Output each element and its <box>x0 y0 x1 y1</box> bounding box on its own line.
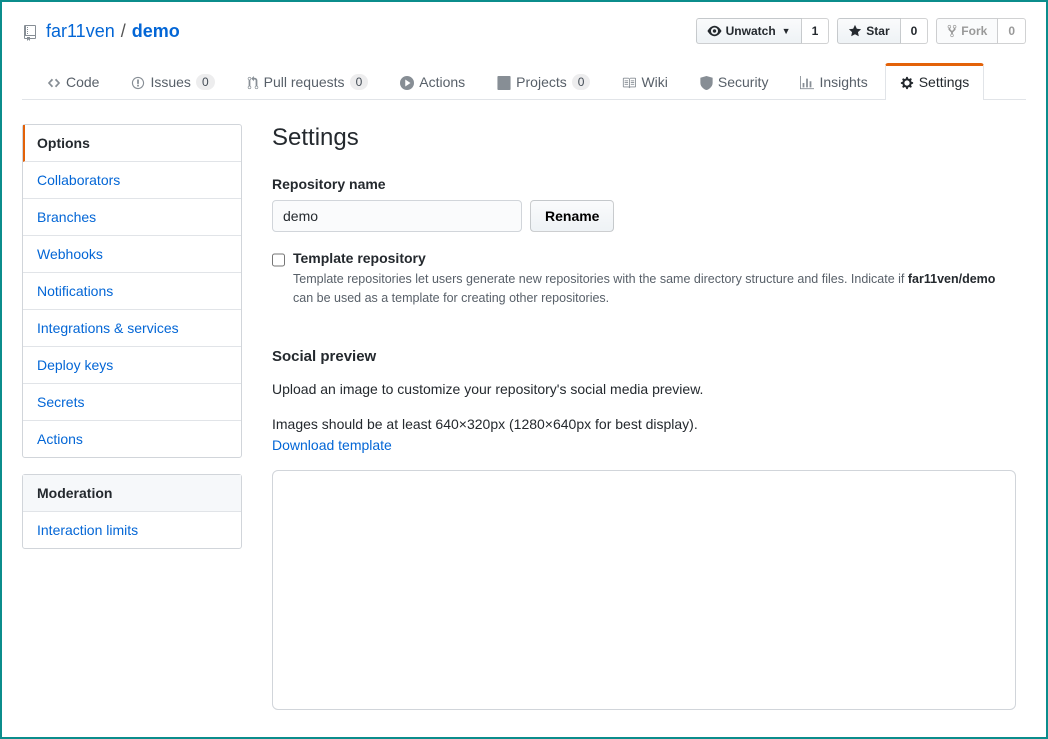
star-icon <box>848 24 862 38</box>
rename-button[interactable]: Rename <box>530 200 614 232</box>
tab-pull-requests[interactable]: Pull requests 0 <box>232 63 384 100</box>
repo-icon <box>22 21 38 42</box>
social-preview-dropzone[interactable] <box>272 470 1016 710</box>
social-preview-heading: Social preview <box>272 348 1016 365</box>
watch-count[interactable]: 1 <box>802 18 830 44</box>
shield-icon <box>700 74 713 90</box>
page-title: Settings <box>272 124 1016 152</box>
sidebar-item-integrations[interactable]: Integrations & services <box>23 310 241 347</box>
sidebar-item-secrets[interactable]: Secrets <box>23 384 241 421</box>
repo-name-link[interactable]: demo <box>132 21 180 42</box>
eye-icon <box>707 24 722 38</box>
template-checkbox[interactable] <box>272 253 285 267</box>
tab-insights[interactable]: Insights <box>785 63 882 100</box>
fork-button: Fork <box>936 18 998 44</box>
social-preview-desc: Upload an image to customize your reposi… <box>272 379 1016 400</box>
sidebar-item-webhooks[interactable]: Webhooks <box>23 236 241 273</box>
fork-count: 0 <box>998 18 1026 44</box>
pr-icon <box>247 74 259 90</box>
projects-count: 0 <box>572 74 591 90</box>
moderation-heading: Moderation <box>23 475 241 512</box>
tab-security[interactable]: Security <box>685 63 784 100</box>
tab-issues[interactable]: Issues 0 <box>116 63 229 100</box>
sidebar-item-options[interactable]: Options <box>23 125 241 162</box>
moderation-nav: Moderation Interaction limits <box>22 474 242 549</box>
tab-wiki[interactable]: Wiki <box>607 63 682 100</box>
book-icon <box>622 74 636 90</box>
tab-code[interactable]: Code <box>32 63 114 100</box>
sidebar-item-deploy-keys[interactable]: Deploy keys <box>23 347 241 384</box>
project-icon <box>497 74 511 90</box>
download-template-link[interactable]: Download template <box>272 437 392 453</box>
repo-name-label: Repository name <box>272 176 1016 192</box>
issue-icon <box>131 74 145 90</box>
pulls-count: 0 <box>350 74 369 90</box>
template-help: Template repositories let users generate… <box>293 270 1016 308</box>
code-icon <box>47 74 61 90</box>
fork-icon <box>947 24 957 38</box>
gear-icon <box>900 74 914 90</box>
unwatch-button[interactable]: Unwatch ▼ <box>696 18 802 44</box>
play-circle-icon <box>400 74 414 90</box>
owner-link[interactable]: far11ven <box>46 21 115 42</box>
tab-actions[interactable]: Actions <box>385 63 480 100</box>
graph-icon <box>800 74 814 90</box>
sidebar-item-actions[interactable]: Actions <box>23 421 241 457</box>
sidebar-item-collaborators[interactable]: Collaborators <box>23 162 241 199</box>
issues-count: 0 <box>196 74 215 90</box>
tab-settings[interactable]: Settings <box>885 63 985 100</box>
path-separator: / <box>121 21 126 42</box>
social-preview-size: Images should be at least 640×320px (128… <box>272 414 1016 456</box>
repo-title: far11ven / demo <box>22 21 180 42</box>
star-count[interactable]: 0 <box>901 18 929 44</box>
tab-projects[interactable]: Projects 0 <box>482 63 605 100</box>
settings-nav: Options Collaborators Branches Webhooks … <box>22 124 242 458</box>
repo-tabs: Code Issues 0 Pull requests 0 Actions Pr… <box>22 62 1026 100</box>
sidebar-item-branches[interactable]: Branches <box>23 199 241 236</box>
chevron-down-icon: ▼ <box>782 26 791 36</box>
sidebar-item-notifications[interactable]: Notifications <box>23 273 241 310</box>
sidebar-item-interaction-limits[interactable]: Interaction limits <box>23 512 241 548</box>
template-label: Template repository <box>293 250 1016 266</box>
repo-name-input[interactable] <box>272 200 522 232</box>
star-button[interactable]: Star <box>837 18 900 44</box>
